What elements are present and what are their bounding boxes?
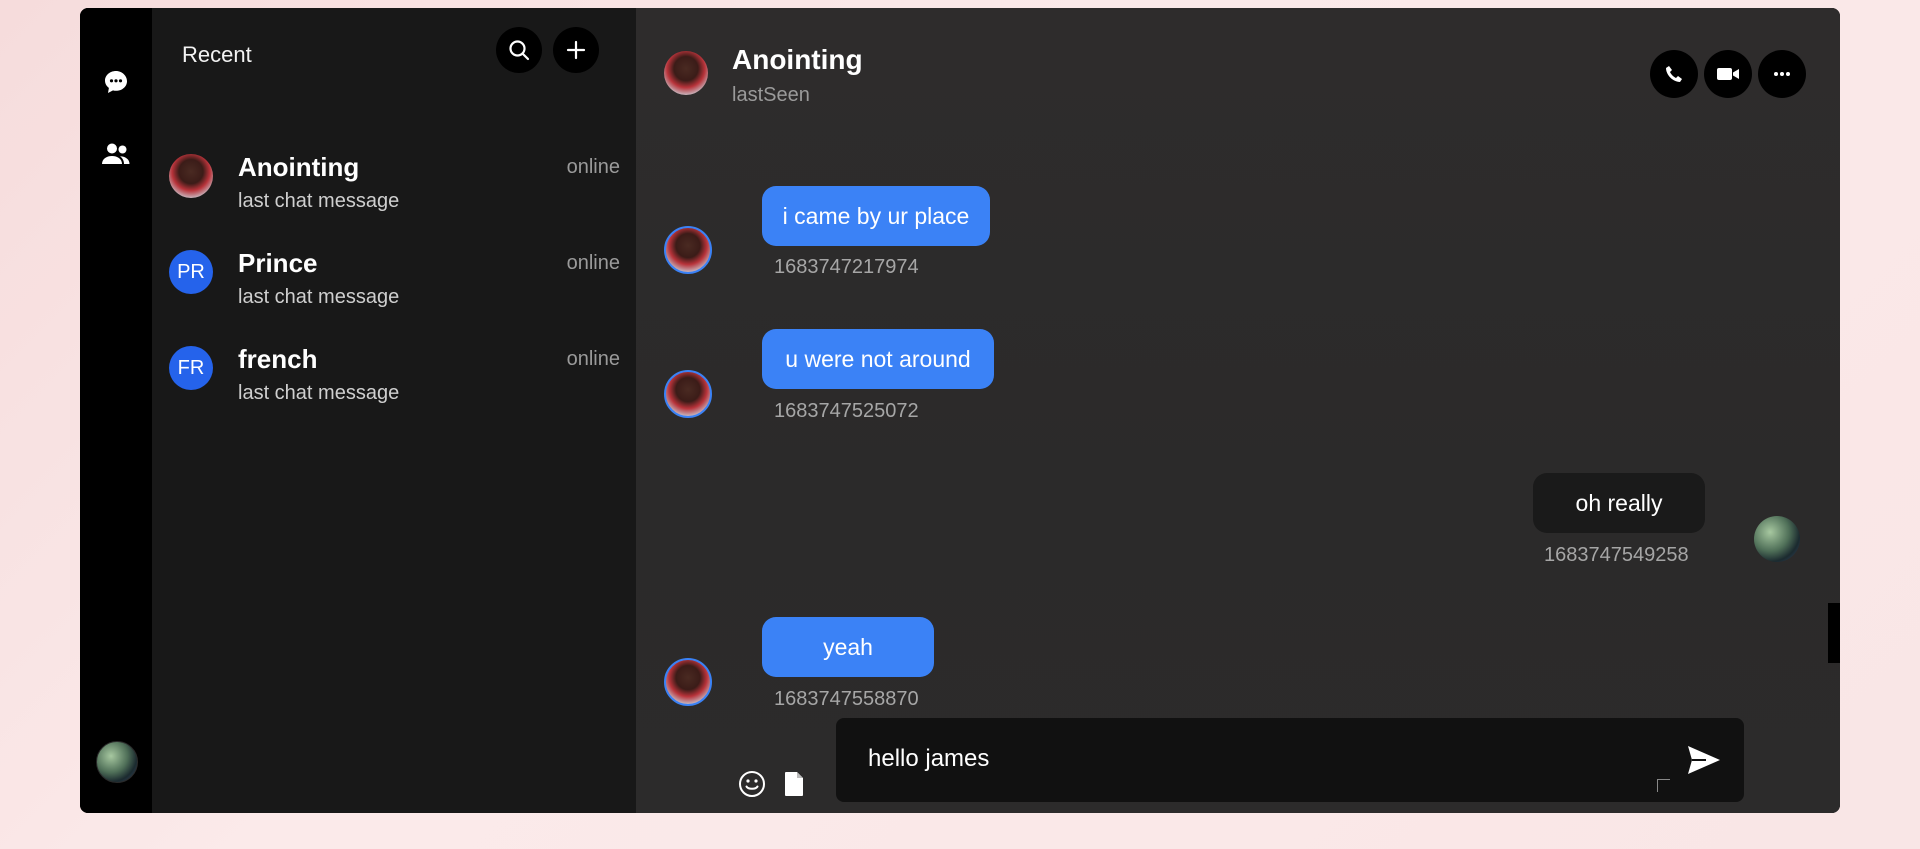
chat-name: french <box>238 344 318 374</box>
sender-avatar <box>664 226 712 274</box>
recent-chats-panel: Recent Anointing online last chat messag… <box>152 8 636 813</box>
avatar: PR <box>169 250 213 294</box>
conversation-panel: Anointing lastSeen i came by ur place 16… <box>636 8 1840 813</box>
search-button[interactable] <box>496 27 542 73</box>
voice-call-button[interactable] <box>1650 50 1698 98</box>
chat-last-message: last chat message <box>238 286 400 308</box>
video-call-button[interactable] <box>1704 50 1752 98</box>
chat-list-item[interactable]: FR french online last chat message <box>152 330 636 426</box>
emoji-icon <box>739 771 765 797</box>
send-icon <box>1688 746 1720 774</box>
video-camera-icon <box>1717 68 1739 80</box>
attach-file-button[interactable] <box>778 768 810 800</box>
message-timestamp: 1683747525072 <box>774 400 919 422</box>
message-bubble: u were not around <box>762 329 994 389</box>
avatar: FR <box>169 346 213 390</box>
chat-name: Anointing <box>238 152 360 182</box>
chat-list: Anointing online last chat message PR Pr… <box>152 138 636 426</box>
message-bubble: oh really <box>1533 473 1705 533</box>
contact-avatar[interactable] <box>664 51 708 95</box>
sidebar-title: Recent <box>182 42 252 67</box>
chat-status: online <box>566 156 620 178</box>
chat-last-message: last chat message <box>238 382 400 404</box>
send-button[interactable] <box>1682 738 1726 782</box>
message-bubble: yeah <box>762 617 934 677</box>
plus-icon <box>566 40 586 60</box>
current-user-avatar[interactable] <box>96 741 138 783</box>
nav-rail <box>80 8 152 813</box>
contact-last-seen: lastSeen <box>732 84 810 106</box>
chat-status: online <box>566 252 620 274</box>
more-options-button[interactable] <box>1758 50 1806 98</box>
message-timestamp: 1683747217974 <box>774 256 919 278</box>
emoji-button[interactable] <box>736 768 768 800</box>
more-icon <box>1774 72 1790 76</box>
message-composer <box>836 718 1744 802</box>
my-avatar <box>1754 516 1800 562</box>
file-icon <box>785 772 803 796</box>
chat-app-window: Recent Anointing online last chat messag… <box>80 8 1840 813</box>
search-icon <box>509 40 530 61</box>
sender-avatar <box>664 370 712 418</box>
chat-name: Prince <box>238 248 318 278</box>
contact-name: Anointing <box>732 44 863 75</box>
message-timestamp: 1683747558870 <box>774 688 919 710</box>
chat-bubble-icon[interactable] <box>98 64 134 100</box>
phone-icon <box>1666 66 1682 82</box>
new-chat-button[interactable] <box>553 27 599 73</box>
sender-avatar <box>664 658 712 706</box>
chat-list-item[interactable]: PR Prince online last chat message <box>152 234 636 330</box>
message-bubble: i came by ur place <box>762 186 990 246</box>
chat-last-message: last chat message <box>238 190 400 212</box>
users-icon[interactable] <box>98 136 134 172</box>
scrollbar-thumb[interactable] <box>1828 603 1840 663</box>
message-timestamp: 1683747549258 <box>1544 544 1689 566</box>
chat-list-item[interactable]: Anointing online last chat message <box>152 138 636 234</box>
chat-status: online <box>566 348 620 370</box>
message-input[interactable] <box>866 744 1650 774</box>
avatar <box>169 154 213 198</box>
resize-handle[interactable] <box>1657 779 1670 792</box>
